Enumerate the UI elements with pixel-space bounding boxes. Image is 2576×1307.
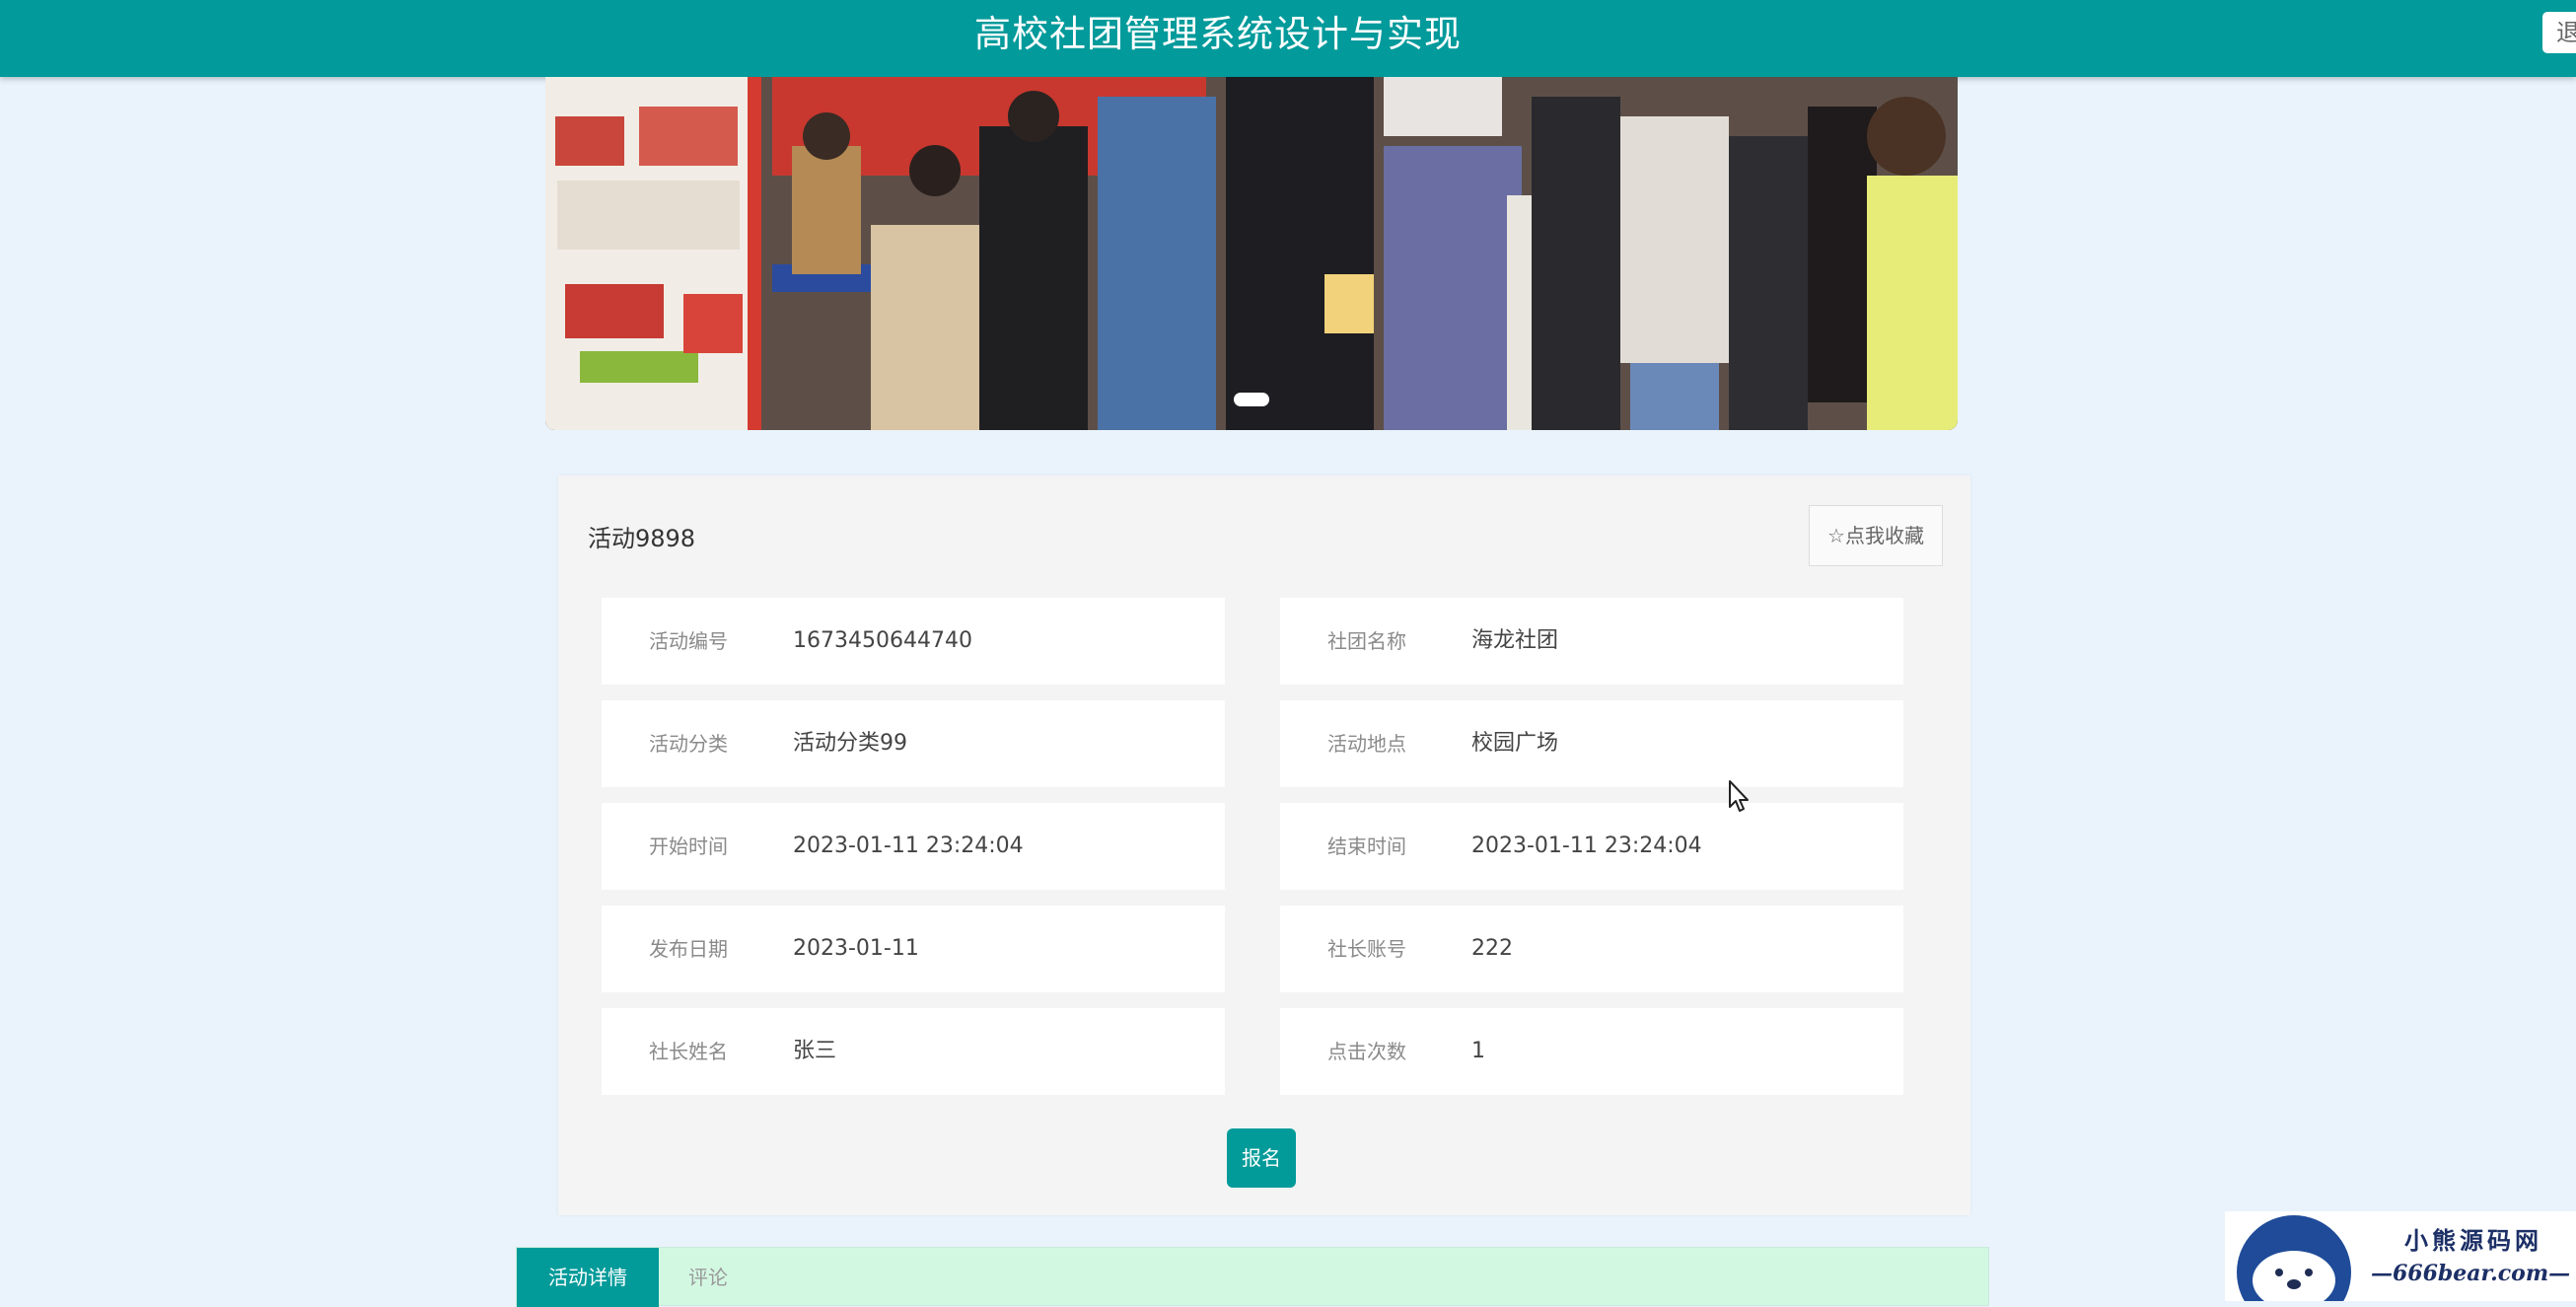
field-publish-date: 发布日期 2023-01-11 [602, 906, 1225, 992]
field-label: 发布日期 [649, 937, 728, 961]
watermark-site-url: —666bear.com— [2371, 1261, 2571, 1286]
detail-tabs: 活动详情 评论 [516, 1247, 1989, 1307]
field-value: 海龙社团 [1471, 628, 1559, 653]
field-label: 活动编号 [649, 629, 728, 653]
tab-comments[interactable]: 评论 [688, 1248, 728, 1307]
field-label: 活动地点 [1327, 732, 1406, 756]
banner-carousel[interactable] [545, 77, 1958, 430]
field-value: 校园广场 [1471, 731, 1559, 756]
field-value: 2023-01-11 23:24:04 [1471, 834, 1702, 858]
field-label: 社长账号 [1327, 937, 1406, 961]
tab-activity-details[interactable]: 活动详情 [517, 1248, 659, 1307]
bear-logo-icon [2237, 1215, 2351, 1307]
field-value: 2023-01-11 23:24:04 [793, 834, 1024, 858]
field-activity-id: 活动编号 1673450644740 [602, 598, 1225, 685]
field-location: 活动地点 校园广场 [1280, 700, 1903, 787]
mouse-cursor-icon [1729, 780, 1749, 812]
activity-name: 活动9898 [588, 525, 696, 552]
field-click-count: 点击次数 1 [1280, 1008, 1903, 1095]
field-club-name: 社团名称 海龙社团 [1280, 598, 1903, 685]
field-leader-account: 社长账号 222 [1280, 906, 1903, 992]
top-nav-bar: 高校社团管理系统设计与实现 退出 [0, 0, 2576, 77]
field-value: 活动分类99 [793, 731, 907, 756]
system-title: 高校社团管理系统设计与实现 [974, 13, 1462, 55]
watermark-logo: 小熊源码网 —666bear.com— [2225, 1211, 2576, 1307]
logout-button[interactable]: 退出 [2542, 12, 2576, 53]
field-value: 222 [1471, 936, 1513, 961]
field-end-time: 结束时间 2023-01-11 23:24:04 [1280, 803, 1903, 890]
field-start-time: 开始时间 2023-01-11 23:24:04 [602, 803, 1225, 890]
field-label: 点击次数 [1327, 1040, 1406, 1063]
field-label: 社团名称 [1327, 629, 1406, 653]
field-leader-name: 社长姓名 张三 [602, 1008, 1225, 1095]
field-label: 开始时间 [649, 835, 728, 858]
field-value: 1673450644740 [793, 628, 972, 653]
signup-button[interactable]: 报名 [1227, 1128, 1296, 1188]
favorite-button[interactable]: ☆点我收藏 [1809, 505, 1943, 566]
carousel-indicator[interactable] [1234, 393, 1269, 406]
field-label: 结束时间 [1327, 835, 1406, 858]
field-value: 2023-01-11 [793, 936, 919, 961]
activity-detail-card: 活动9898 ☆点我收藏 活动编号 1673450644740 社团名称 海龙社… [558, 475, 1970, 1215]
banner-image [545, 77, 1958, 430]
field-value: 张三 [793, 1039, 837, 1063]
field-label: 社长姓名 [649, 1040, 728, 1063]
field-value: 1 [1471, 1039, 1485, 1063]
watermark-site-name: 小熊源码网 [2404, 1226, 2542, 1255]
field-category: 活动分类 活动分类99 [602, 700, 1225, 787]
field-label: 活动分类 [649, 732, 728, 756]
